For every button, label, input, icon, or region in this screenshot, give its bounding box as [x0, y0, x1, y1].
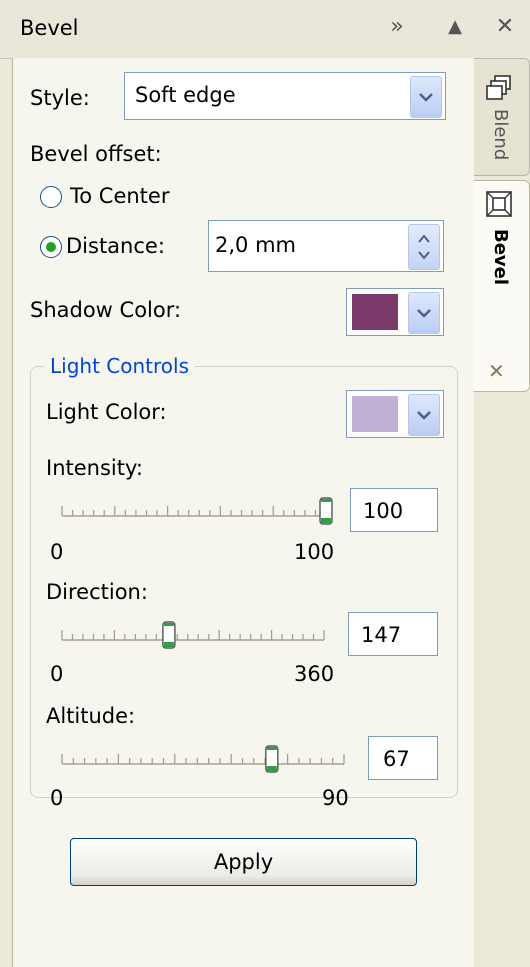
intensity-value: 100	[363, 499, 404, 523]
direction-max: 360	[294, 662, 335, 686]
distance-label: Distance:	[66, 234, 165, 258]
intensity-max: 100	[294, 540, 335, 564]
altitude-field[interactable]: 67	[368, 736, 438, 780]
light-color-label: Light Color:	[46, 400, 167, 424]
tab-blend[interactable]: Blend	[474, 58, 530, 176]
style-label: Style:	[30, 86, 90, 110]
tab-blend-label: Blend	[490, 109, 511, 161]
shadow-color-swatch	[352, 294, 398, 330]
altitude-slider[interactable]	[56, 744, 356, 774]
apply-button[interactable]: Apply	[70, 838, 417, 886]
direction-field[interactable]: 147	[348, 612, 438, 656]
direction-min: 0	[50, 662, 64, 686]
distance-value: 2,0 mm	[215, 233, 296, 257]
collapse-icon[interactable]: ▲	[440, 12, 470, 42]
altitude-min: 0	[50, 786, 64, 810]
style-dropdown[interactable]: Soft edge	[124, 72, 446, 120]
chevron-down-icon[interactable]	[410, 76, 442, 118]
direction-label: Direction:	[46, 580, 148, 604]
direction-slider[interactable]	[56, 620, 346, 650]
light-color-picker[interactable]	[346, 390, 444, 438]
docker-tab-strip: Blend Bevel ✕	[474, 58, 530, 967]
distance-field[interactable]: 2,0 mm	[208, 220, 444, 272]
tab-bevel-label: Bevel	[490, 229, 511, 286]
to-center-label: To Center	[70, 184, 170, 208]
direction-slider-thumb[interactable]	[162, 621, 176, 649]
light-color-swatch	[352, 396, 398, 432]
chevron-down-icon[interactable]	[408, 292, 440, 334]
distance-radio[interactable]	[40, 236, 62, 258]
intensity-label: Intensity:	[46, 456, 143, 480]
docker-title: Bevel	[20, 16, 79, 40]
altitude-value: 67	[383, 747, 410, 771]
style-value: Soft edge	[135, 83, 236, 107]
intensity-field[interactable]: 100	[350, 488, 438, 532]
bevel-offset-label: Bevel offset:	[30, 142, 162, 166]
intensity-slider-thumb[interactable]	[319, 497, 333, 525]
altitude-slider-thumb[interactable]	[265, 745, 279, 773]
tab-close-icon[interactable]: ✕	[488, 359, 505, 383]
docker-title-bar: Bevel » ▲ ✕	[0, 0, 530, 59]
distance-spinner[interactable]	[408, 224, 440, 270]
bevel-icon	[486, 191, 512, 217]
to-center-radio[interactable]	[40, 186, 62, 208]
chevron-down-icon[interactable]	[408, 394, 440, 436]
direction-value: 147	[361, 623, 402, 647]
expand-icon[interactable]: »	[382, 12, 412, 42]
intensity-slider[interactable]	[56, 496, 346, 526]
shadow-color-label: Shadow Color:	[30, 298, 182, 322]
intensity-min: 0	[50, 540, 64, 564]
altitude-max: 90	[322, 786, 349, 810]
blend-icon	[486, 75, 511, 100]
shadow-color-picker[interactable]	[346, 288, 444, 336]
tab-bevel[interactable]: Bevel ✕	[474, 180, 530, 392]
light-controls-legend: Light Controls	[44, 354, 195, 378]
close-icon[interactable]: ✕	[490, 12, 520, 42]
altitude-label: Altitude:	[46, 704, 136, 728]
